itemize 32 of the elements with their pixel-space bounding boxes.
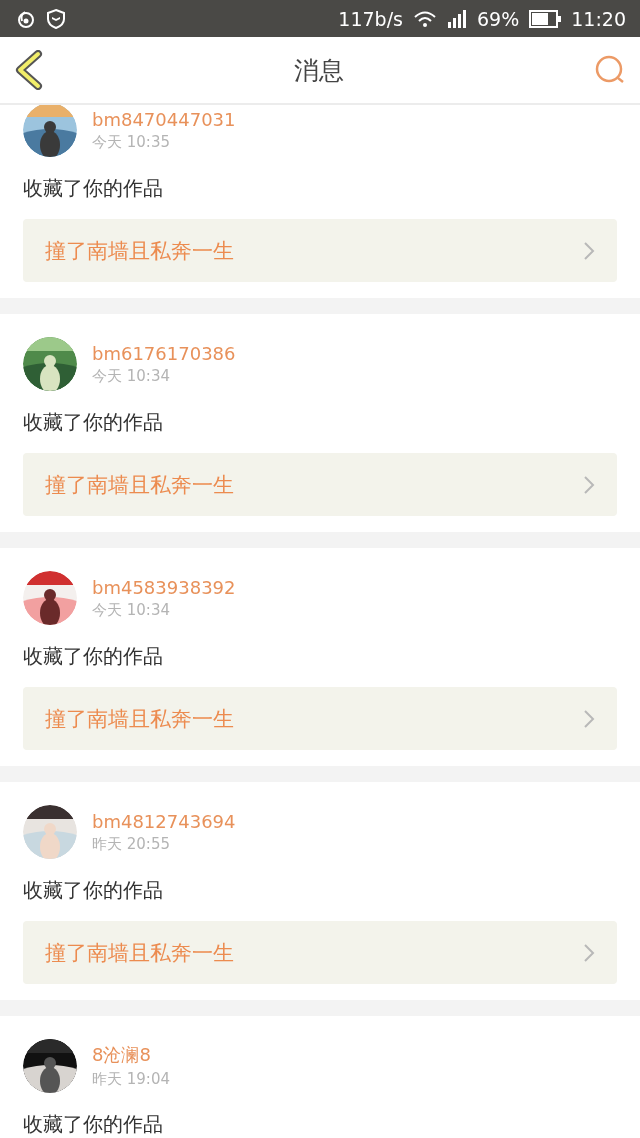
message-text: 收藏了你的作品 xyxy=(23,877,164,904)
battery-icon xyxy=(529,9,562,28)
message-time: 今天 10:34 xyxy=(92,600,171,620)
user-name[interactable]: bm8470447031 xyxy=(92,108,236,130)
message-time: 今天 10:35 xyxy=(92,132,171,152)
user-name[interactable]: bm4583938392 xyxy=(92,576,236,598)
user-name[interactable]: 8沧澜8 xyxy=(92,1043,170,1067)
signal-icon xyxy=(447,9,467,28)
chevron-icon xyxy=(583,474,595,495)
message-text: 收藏了你的作品 xyxy=(23,175,164,202)
message-time: 昨天 20:55 xyxy=(92,834,171,854)
work-link[interactable]: 撞了南墙且私奔一生 xyxy=(23,453,617,516)
user-name[interactable]: bm4812743694 xyxy=(92,810,236,832)
message-time: 今天 10:34 xyxy=(92,366,171,386)
clock: 11:20 xyxy=(571,7,626,30)
shield-icon xyxy=(46,7,66,30)
work-link[interactable]: 撞了南墙且私奔一生 xyxy=(23,219,617,282)
work-link[interactable]: 撞了南墙且私奔一生 xyxy=(23,687,617,750)
chevron-icon xyxy=(583,708,595,729)
battery-percent: 69% xyxy=(477,7,520,30)
message-text: 收藏了你的作品 xyxy=(23,1111,164,1138)
user-name[interactable]: bm6176170386 xyxy=(92,342,236,364)
message-text: 收藏了你的作品 xyxy=(23,409,164,436)
chevron-icon xyxy=(583,240,595,261)
message-time: 昨天 19:04 xyxy=(92,1070,170,1089)
back-icon[interactable] xyxy=(14,50,44,90)
wifi-icon xyxy=(413,9,437,28)
message-text: 收藏了你的作品 xyxy=(23,643,164,670)
work-link[interactable]: 撞了南墙且私奔一生 xyxy=(23,921,617,984)
page-title: 消息 xyxy=(294,54,344,87)
chevron-icon xyxy=(583,942,595,963)
network-speed: 117b/s xyxy=(338,7,403,30)
